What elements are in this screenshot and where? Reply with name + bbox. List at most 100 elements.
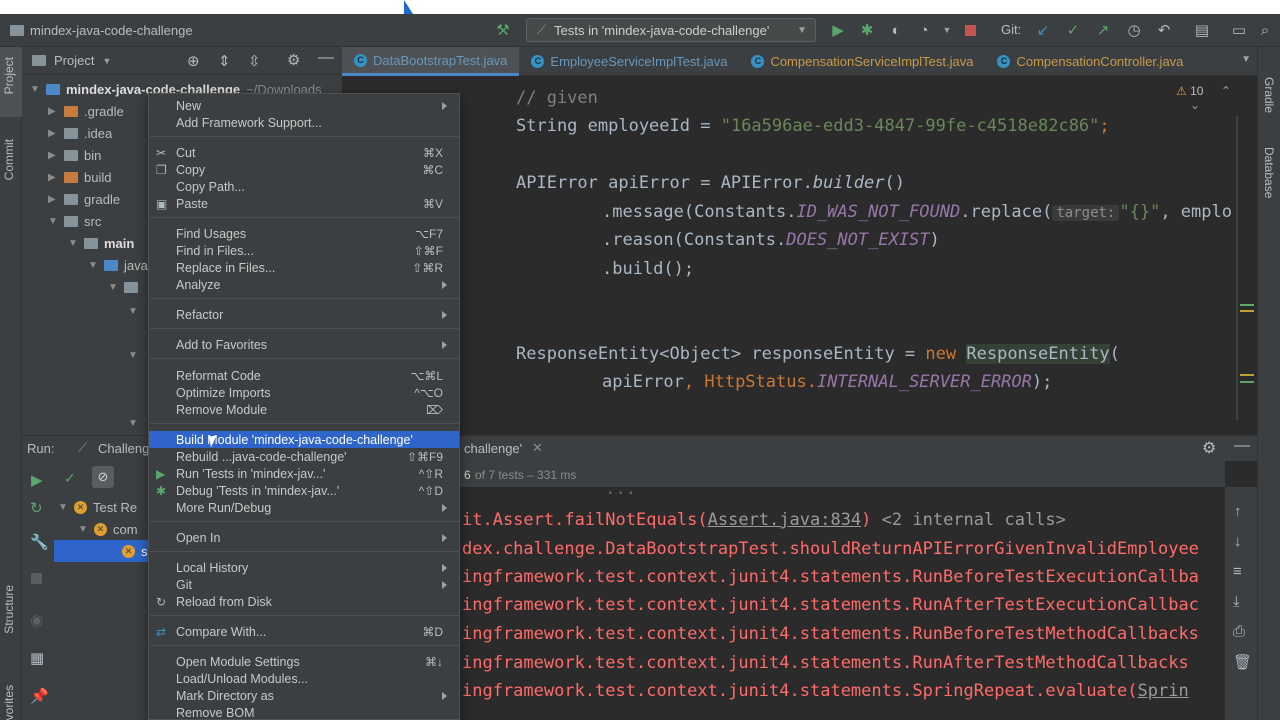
arrow-up-icon[interactable]: ↑ <box>1234 503 1242 520</box>
menu-item-mark-directory[interactable]: Mark Directory as <box>149 687 459 704</box>
git-push-icon[interactable]: ↗ <box>1094 21 1112 39</box>
scroll-to-end-icon[interactable]: ⤓ <box>1233 593 1240 610</box>
pin-icon[interactable]: 📌 <box>30 687 49 705</box>
menu-item-add-to-favorites[interactable]: Add to Favorites <box>149 336 459 353</box>
menu-item-cut[interactable]: ✂ Cut ⌘X <box>149 144 459 161</box>
gear-icon[interactable]: ⚙ <box>287 51 300 69</box>
gradle-tool-label[interactable]: Gradle <box>1262 77 1276 113</box>
menu-item-more-run-debug[interactable]: More Run/Debug <box>149 499 459 516</box>
print-icon[interactable]: ⎙ <box>1233 623 1245 640</box>
scroll-track[interactable] <box>1236 116 1238 420</box>
menu-item-local-history[interactable]: Local History <box>149 559 459 576</box>
menu-item-compare-with[interactable]: ⇄ Compare With... ⌘D <box>149 623 459 640</box>
commit-tool-label[interactable]: Commit <box>2 139 16 180</box>
menu-item-refactor[interactable]: Refactor <box>149 306 459 323</box>
test-class-row[interactable]: ▼ ✕ com <box>78 518 138 540</box>
search-icon[interactable]: ⌕ <box>1256 21 1274 39</box>
menu-item-remove-bom[interactable]: Remove BOM <box>149 704 459 720</box>
previous-highlight-icon[interactable]: ⌃ <box>1221 84 1231 98</box>
menu-item-open-module-settings[interactable]: Open Module Settings ⌘↓ <box>149 653 459 670</box>
console-link[interactable]: Assert.java:834 <box>708 510 862 530</box>
next-highlight-icon[interactable]: ⌄ <box>1190 98 1200 112</box>
rerun-failed-icon[interactable]: ↻ <box>30 499 43 517</box>
trash-icon[interactable]: 🗑 <box>1233 653 1252 671</box>
history-icon[interactable]: ◷ <box>1125 21 1143 39</box>
tree-item-gradle-hidden[interactable]: ▶ .gradle <box>48 100 124 122</box>
tree-item-package[interactable]: ▼ <box>108 276 138 298</box>
menu-item-new[interactable]: New <box>149 97 459 114</box>
layout-icon[interactable]: ▭ <box>1230 21 1248 39</box>
menu-item-copy-path[interactable]: Copy Path... <box>149 178 459 195</box>
menu-item-reload-from-disk[interactable]: ↻ Reload from Disk <box>149 593 459 610</box>
favorites-tool-label[interactable]: Favorites <box>2 685 16 720</box>
git-update-icon[interactable]: ↙ <box>1034 21 1052 39</box>
menu-item-run-tests[interactable]: ▶ Run 'Tests in 'mindex-jav...' ^⇧R <box>149 465 459 482</box>
tab-employeeserviceimpltest[interactable]: C EmployeeServiceImplTest.java <box>519 47 739 76</box>
tree-item-collapsed-b[interactable]: ▼ <box>128 344 138 366</box>
hammer-icon[interactable]: ⚒ <box>494 21 512 39</box>
menu-item-build-module[interactable]: Build Module 'mindex-java-code-challenge… <box>149 431 459 448</box>
database-tool-label[interactable]: Database <box>1262 147 1276 198</box>
tree-item-collapsed-c[interactable]: ▼ <box>128 412 138 434</box>
menu-item-reformat-code[interactable]: Reformat Code ⌥⌘L <box>149 367 459 384</box>
tree-item-gradle[interactable]: ▶ gradle <box>48 188 120 210</box>
project-tool-tab[interactable]: Project <box>0 47 22 117</box>
console-link[interactable]: Sprin <box>1138 681 1189 701</box>
ignored-filter-icon[interactable]: ⊘ <box>92 466 114 488</box>
passed-filter-icon[interactable]: ✓ <box>64 470 76 487</box>
stop-icon[interactable] <box>961 21 979 39</box>
project-structure-icon[interactable]: ▤ <box>1193 21 1211 39</box>
layout-icon[interactable]: ▦ <box>30 649 44 667</box>
tab-compensationserviceimpltest[interactable]: C CompensationServiceImplTest.java <box>739 47 985 76</box>
menu-item-find-in-files[interactable]: Find in Files... ⇧⌘F <box>149 242 459 259</box>
project-breadcrumb[interactable]: mindex-java-code-challenge <box>0 23 193 38</box>
tabs-chevron-down-icon[interactable]: ▼ <box>1241 54 1251 65</box>
run-tab-label-tail[interactable]: challenge' <box>464 441 522 456</box>
console-internal-calls[interactable]: <2 internal calls> <box>871 510 1066 530</box>
menu-item-debug-tests[interactable]: ✱ Debug 'Tests in 'mindex-jav...' ^⇧D <box>149 482 459 499</box>
debug-icon[interactable]: ✱ <box>858 21 876 39</box>
run-config-select[interactable]: ⟋ Tests in 'mindex-java-code-challenge' … <box>526 18 816 42</box>
gear-icon[interactable]: ⚙ <box>1202 438 1216 458</box>
menu-item-paste[interactable]: ▣ Paste ⌘V <box>149 195 459 212</box>
code-editor[interactable]: ⚠ 10 ⌃ ⌄ // given String employeeId = "1… <box>342 76 1257 435</box>
menu-item-add-framework[interactable]: Add Framework Support... <box>149 114 459 131</box>
run-tab-label[interactable]: Challeng <box>98 441 149 456</box>
hide-icon[interactable]: — <box>318 49 334 67</box>
expand-all-icon[interactable]: ⇕ <box>218 52 231 70</box>
rollback-icon[interactable]: ↶ <box>1155 21 1173 39</box>
tree-item-collapsed-a[interactable]: ▼ <box>128 300 138 322</box>
menu-item-rebuild[interactable]: Rebuild ...java-code-challenge' ⇧⌘F9 <box>149 448 459 465</box>
tree-item-build[interactable]: ▶ build <box>48 166 111 188</box>
locate-icon[interactable]: ⊕ <box>187 52 200 70</box>
collapse-all-icon[interactable]: ⇳ <box>248 52 261 70</box>
wrench-icon[interactable]: 🔧 <box>30 533 49 551</box>
more-run-chevron-icon[interactable]: ▼ <box>938 21 956 39</box>
tab-databootstraptest[interactable]: C DataBootstrapTest.java <box>342 47 520 76</box>
profile-icon[interactable]: ◔ <box>915 21 933 39</box>
tree-item-idea[interactable]: ▶ .idea <box>48 122 112 144</box>
tree-item-java[interactable]: ▼ java <box>88 254 148 276</box>
soft-wrap-icon[interactable]: ≡ <box>1233 563 1242 580</box>
tree-item-bin[interactable]: ▶ bin <box>48 144 101 166</box>
structure-tool-label[interactable]: Structure <box>2 585 16 634</box>
menu-item-analyze[interactable]: Analyze <box>149 276 459 293</box>
tab-compensationcontroller[interactable]: C CompensationController.java <box>985 47 1195 76</box>
menu-item-replace-in-files[interactable]: Replace in Files... ⇧⌘R <box>149 259 459 276</box>
git-commit-icon[interactable]: ✓ <box>1064 21 1082 39</box>
project-panel-title[interactable]: Project <box>54 53 94 68</box>
run-icon[interactable]: ▶ <box>829 21 847 39</box>
chevron-down-icon[interactable]: ▼ <box>102 56 111 66</box>
menu-item-remove-module[interactable]: Remove Module ⌦ <box>149 401 459 418</box>
menu-item-find-usages[interactable]: Find Usages ⌥F7 <box>149 225 459 242</box>
inspection-widget[interactable]: ⚠ 10 ⌃ ⌄ <box>1176 84 1257 112</box>
console-output[interactable]: ... it.Assert.failNotEquals(Assert.java:… <box>460 487 1225 720</box>
camera-icon[interactable]: ◉ <box>30 611 43 629</box>
rerun-icon[interactable]: ▶ <box>31 471 43 489</box>
tree-item-main[interactable]: ▼ main <box>68 232 134 254</box>
menu-item-copy[interactable]: ❐ Copy ⌘C <box>149 161 459 178</box>
menu-item-optimize-imports[interactable]: Optimize Imports ^⌥O <box>149 384 459 401</box>
test-results-root[interactable]: ▼ ✕ Test Re <box>58 496 137 518</box>
hide-icon[interactable]: — <box>1234 437 1250 455</box>
close-icon[interactable]: ✕ <box>532 440 543 456</box>
